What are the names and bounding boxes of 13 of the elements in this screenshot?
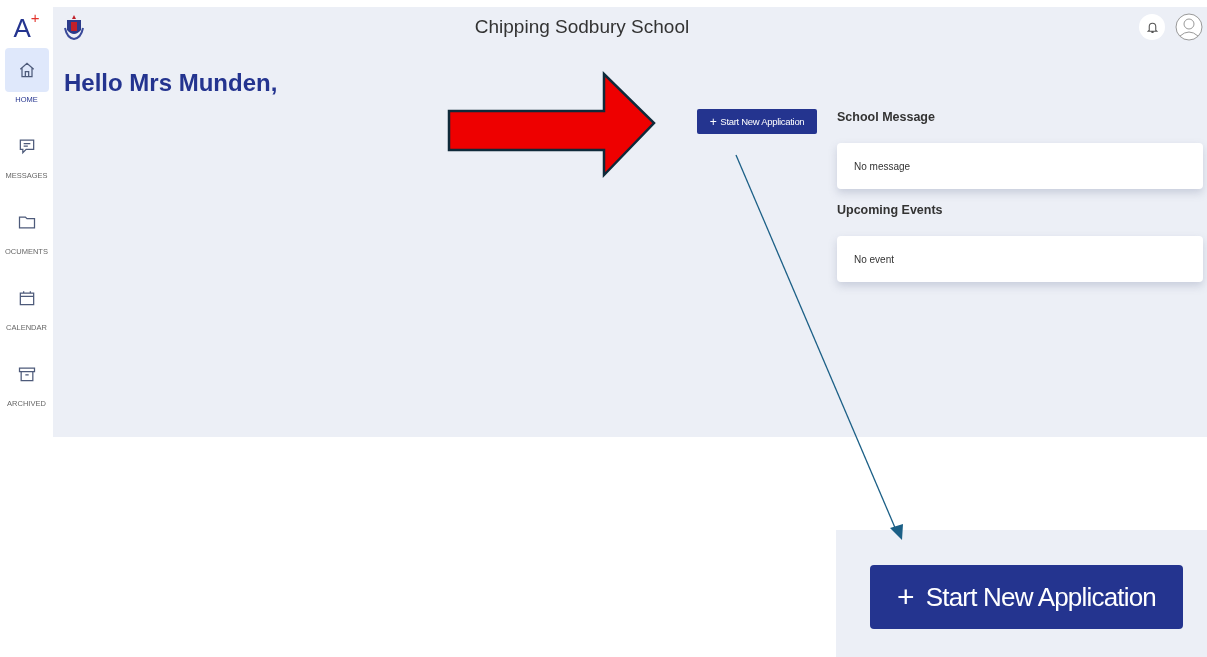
start-application-button[interactable]: + Start New Application [697, 109, 817, 134]
bell-icon [1145, 20, 1159, 34]
panel-text: No event [854, 253, 895, 265]
school-crest-icon [63, 14, 85, 40]
school-name: Chipping Sodbury School [473, 16, 691, 38]
start-application-button[interactable]: + Start New Application [870, 565, 1183, 629]
app-logo: A$^{+}$ [13, 8, 40, 38]
panel-title: Upcoming Events [837, 203, 944, 219]
notifications-button[interactable] [1139, 14, 1165, 40]
user-avatar[interactable] [1175, 13, 1203, 41]
panel-text: No message [854, 160, 911, 172]
panel-title: School Message [837, 110, 936, 126]
greeting-heading: Hello Mrs Munden, [64, 69, 279, 97]
